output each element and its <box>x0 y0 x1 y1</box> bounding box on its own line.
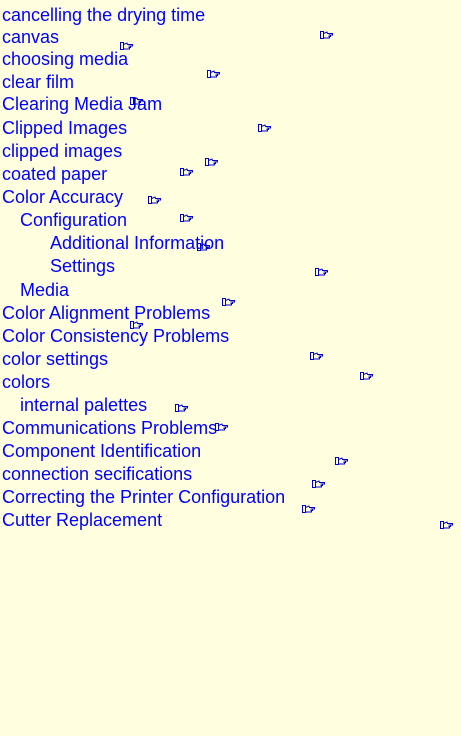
pointing-hand-icon[interactable] <box>148 196 162 204</box>
index-entry-configuration[interactable]: Configuration <box>20 209 127 231</box>
index-entry-component-identification[interactable]: Component Identification <box>2 440 201 462</box>
index-entry-internal-palettes[interactable]: internal palettes <box>20 394 147 416</box>
pointing-hand-icon[interactable] <box>360 372 374 380</box>
index-entry-correcting-the-printer-configuration[interactable]: Correcting the Printer Configuration <box>2 486 285 508</box>
pointing-hand-icon[interactable] <box>440 521 454 529</box>
pointing-hand-icon[interactable] <box>310 352 324 360</box>
pointing-hand-icon[interactable] <box>207 70 221 78</box>
index-entry-color-settings[interactable]: color settings <box>2 348 108 370</box>
index-entry-colors[interactable]: colors <box>2 371 50 393</box>
index-entry-color-consistency-problems[interactable]: Color Consistency Problems <box>2 325 229 347</box>
index-list: cancelling the drying time canvas choosi… <box>0 0 461 736</box>
index-entry-media[interactable]: Media <box>20 279 69 301</box>
pointing-hand-icon[interactable] <box>215 423 229 431</box>
pointing-hand-icon[interactable] <box>320 31 334 39</box>
index-entry-clipped-images-caps[interactable]: Clipped Images <box>2 117 127 139</box>
pointing-hand-icon[interactable] <box>315 268 329 276</box>
index-entry-color-alignment-problems[interactable]: Color Alignment Problems <box>2 302 210 324</box>
index-entry-communications-problems[interactable]: Communications Problems <box>2 417 217 439</box>
pointing-hand-icon[interactable] <box>335 457 349 465</box>
index-entry-clear-film[interactable]: clear film <box>2 71 74 93</box>
pointing-hand-icon[interactable] <box>258 124 272 132</box>
pointing-hand-icon[interactable] <box>130 321 144 329</box>
pointing-hand-icon[interactable] <box>312 480 326 488</box>
index-entry-connection-secifications[interactable]: connection secifications <box>2 463 192 485</box>
index-entry-coated-paper[interactable]: coated paper <box>2 163 107 185</box>
index-entry-choosing-media[interactable]: choosing media <box>2 48 128 70</box>
index-entry-canvas[interactable]: canvas <box>2 26 59 48</box>
pointing-hand-icon[interactable] <box>205 158 219 166</box>
pointing-hand-icon[interactable] <box>130 97 144 105</box>
pointing-hand-icon[interactable] <box>120 42 134 50</box>
pointing-hand-icon[interactable] <box>197 243 211 251</box>
pointing-hand-icon[interactable] <box>180 214 194 222</box>
index-entry-clipped-images[interactable]: clipped images <box>2 140 122 162</box>
pointing-hand-icon[interactable] <box>222 298 236 306</box>
index-entry-settings[interactable]: Settings <box>50 255 115 277</box>
index-entry-cutter-replacement[interactable]: Cutter Replacement <box>2 509 162 531</box>
index-entry-cancelling-the-drying-time[interactable]: cancelling the drying time <box>2 4 205 26</box>
pointing-hand-icon[interactable] <box>175 404 189 412</box>
index-entry-color-accuracy[interactable]: Color Accuracy <box>2 186 123 208</box>
pointing-hand-icon[interactable] <box>302 505 316 513</box>
pointing-hand-icon[interactable] <box>180 168 194 176</box>
